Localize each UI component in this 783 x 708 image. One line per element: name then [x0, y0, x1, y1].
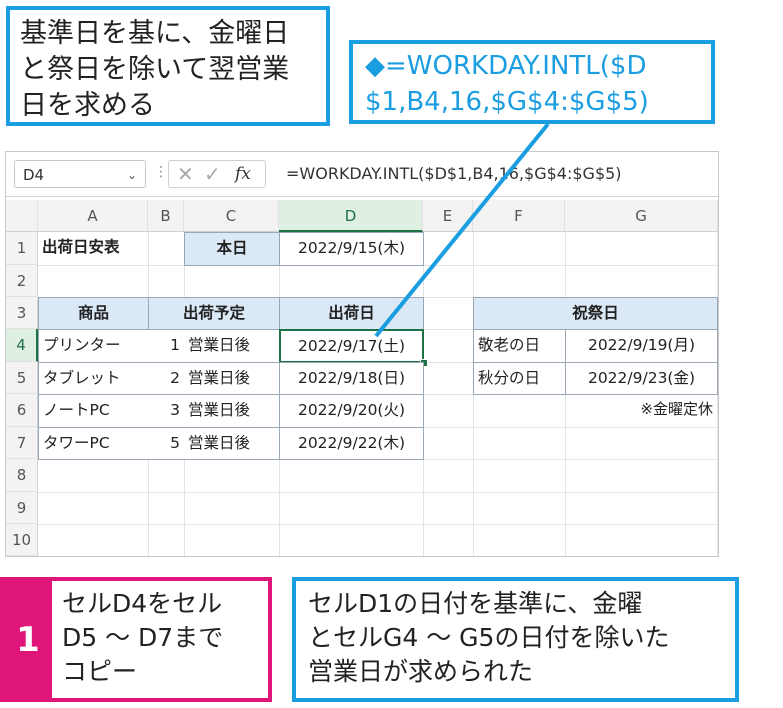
step-line: セルD4をセル: [62, 589, 223, 618]
step-number-badge: 1: [4, 581, 52, 698]
step-instruction: セルD4をセル D5 ～ D7まで コピー: [62, 587, 264, 689]
step-line: コピー: [62, 657, 138, 686]
callout-result: セルD1の日付を基準に、金曜 とセルG4 ～ G5の日付を除いた 営業日が求めら…: [292, 577, 739, 702]
result-line: 営業日が求められた: [308, 657, 534, 686]
result-line: とセルG4 ～ G5の日付を除いた: [308, 623, 670, 652]
result-line: セルD1の日付を基準に、金曜: [308, 589, 643, 618]
callout-step: 1 セルD4をセル D5 ～ D7まで コピー: [0, 577, 272, 702]
step-line: D5 ～ D7まで: [62, 623, 224, 652]
leader-line: [374, 122, 550, 338]
